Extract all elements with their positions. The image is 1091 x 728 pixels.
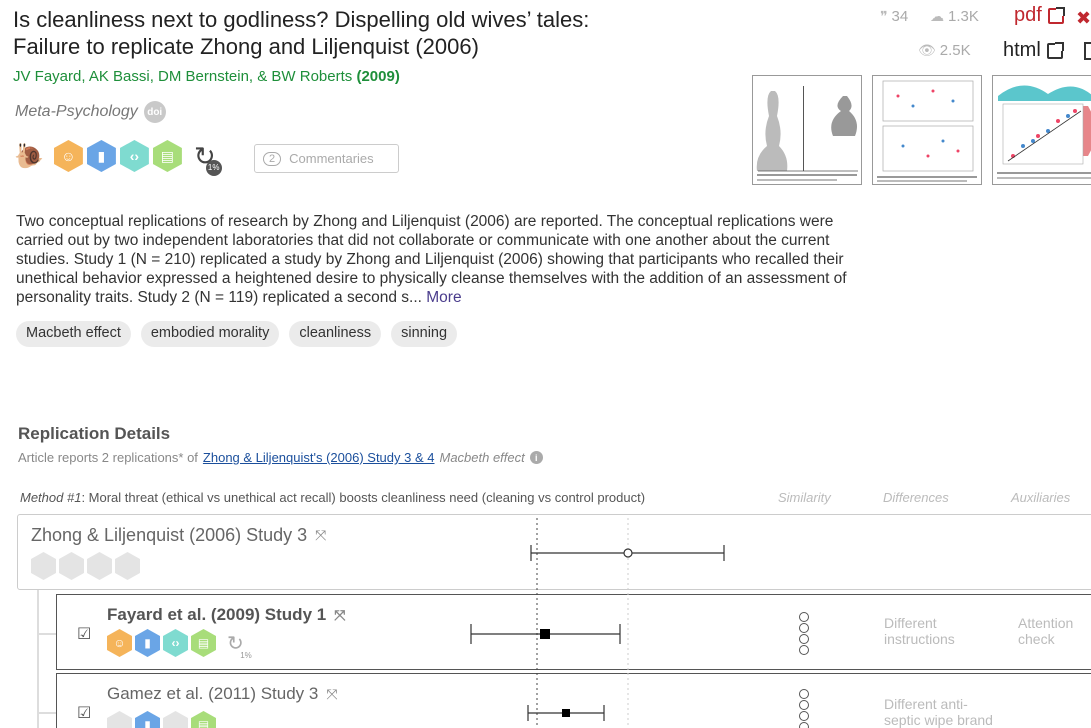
open-data-badge-icon[interactable]: ▮: [135, 711, 160, 728]
original-study-title-row: Zhong & Liljenquist (2006) Study 3 ⤧: [31, 525, 328, 546]
snail-icon[interactable]: 🐌: [14, 142, 44, 171]
open-code-badge-icon: [163, 711, 188, 728]
open-code-badge-icon[interactable]: ‹›: [119, 140, 149, 172]
replication-summary-prefix: Article reports 2 replications* of: [18, 450, 198, 465]
replication-badges: ☺ ▮ ‹› ▤ ↻ 1%: [107, 629, 252, 660]
replication-row-1[interactable]: ☑ Fayard et al. (2009) Study 1 ⤧ ☺ ▮ ‹› …: [56, 594, 1091, 670]
tag-chip[interactable]: cleanliness: [289, 321, 382, 347]
replication-title[interactable]: Fayard et al. (2009) Study 1: [107, 605, 326, 625]
original-study-card[interactable]: Zhong & Liljenquist (2006) Study 3 ⤧: [17, 514, 1091, 590]
similarity-indicator: [799, 689, 809, 728]
close-icon[interactable]: ✖: [1076, 8, 1091, 28]
open-materials-badge-icon[interactable]: ▤: [191, 629, 216, 657]
doi-icon[interactable]: doi: [143, 101, 166, 123]
tag-chip[interactable]: embodied morality: [140, 321, 280, 347]
preregistration-badge-icon[interactable]: ☺: [53, 140, 83, 172]
original-study-title: Zhong & Liljenquist (2006) Study 3: [31, 525, 308, 545]
expand-icon[interactable]: [1084, 42, 1091, 60]
expand-icon[interactable]: ⤧: [334, 608, 347, 622]
replication-title-row: Gamez et al. (2011) Study 3 ⤧: [107, 684, 339, 704]
figure-thumbnail-3[interactable]: [992, 75, 1091, 185]
replication-icon[interactable]: ↻ 1%: [194, 141, 222, 176]
checkbox-icon[interactable]: ☑: [77, 624, 91, 644]
replication-summary: Article reports 2 replications* of Zhong…: [18, 450, 543, 465]
abstract-more-link[interactable]: More: [426, 289, 461, 306]
open-science-badges: 🐌 ☺ ▮ ‹› ▤ ↻ 1%: [14, 140, 222, 176]
checkbox-icon[interactable]: ☑: [77, 703, 91, 723]
html-link[interactable]: html: [1003, 39, 1064, 62]
tree-connector: [37, 590, 39, 728]
citation-stat: ❞ 34: [880, 8, 908, 25]
replication-percent: 1%: [205, 159, 222, 176]
preregistration-badge-icon: [107, 711, 132, 728]
info-icon[interactable]: i: [529, 451, 543, 464]
tag-chip[interactable]: sinning: [391, 321, 458, 347]
journal-name[interactable]: Meta-Psychology: [15, 103, 138, 121]
replication-badges: ▮ ▤: [107, 711, 216, 728]
figure-thumbnail-2[interactable]: [872, 75, 982, 185]
tree-branch: [37, 712, 57, 714]
difference-text: Different instructions: [884, 615, 955, 647]
replication-details-heading: Replication Details: [18, 424, 171, 443]
similarity-indicator: [799, 612, 809, 655]
keyword-tags: Macbeth effect embodied morality cleanli…: [16, 321, 458, 347]
original-study-link[interactable]: Zhong & Liljenquist's (2006) Study 3 & 4: [203, 450, 435, 465]
authors-text[interactable]: JV Fayard, AK Bassi, DM Bernstein, & BW …: [13, 68, 352, 85]
commentaries-label: Commentaries: [289, 151, 374, 166]
article-title-line1: Is cleanliness next to godliness? Dispel…: [13, 7, 590, 32]
difference-text: Different anti-septic wipe brand: [884, 696, 993, 728]
view-stat: 👁 2.5K: [918, 42, 971, 59]
eye-icon: 👁: [918, 42, 936, 58]
view-count: 2.5K: [939, 42, 971, 59]
figure-thumbnails: [752, 75, 1091, 185]
commentaries-button[interactable]: 2 Commentaries: [254, 144, 399, 173]
column-similarity: Similarity: [778, 490, 831, 505]
article-title: Is cleanliness next to godliness? Dispel…: [13, 6, 713, 60]
download-stat: ☁ 1.3K: [930, 8, 979, 25]
expand-icon[interactable]: ⤧: [326, 687, 339, 701]
author-list[interactable]: JV Fayard, AK Bassi, DM Bernstein, & BW …: [13, 68, 400, 85]
external-link-icon[interactable]: [1047, 6, 1065, 24]
column-auxiliaries: Auxiliaries: [1011, 490, 1071, 505]
figure-thumbnail-1[interactable]: [752, 75, 862, 185]
open-data-badge-icon[interactable]: ▮: [135, 629, 160, 657]
open-data-badge-icon: [59, 552, 84, 580]
replication-percent: 1%: [240, 650, 252, 660]
tag-chip[interactable]: Macbeth effect: [16, 321, 131, 347]
effect-name: Macbeth effect: [439, 450, 525, 465]
method-description: Method #1: Moral threat (ethical vs unet…: [20, 490, 645, 505]
abstract: Two conceptual replications of research …: [16, 212, 876, 307]
html-label[interactable]: html: [1003, 39, 1041, 62]
open-materials-badge-icon: [115, 552, 140, 580]
column-differences: Differences: [883, 490, 949, 505]
comment-count-badge: 2: [263, 151, 282, 166]
open-materials-badge-icon[interactable]: ▤: [152, 140, 182, 172]
replication-icon[interactable]: ↻ 1%: [227, 631, 252, 660]
expand-icon[interactable]: ⤧: [315, 528, 328, 542]
pdf-link[interactable]: pdf: [1014, 4, 1065, 27]
quote-icon: ❞: [880, 8, 888, 24]
replication-title[interactable]: Gamez et al. (2011) Study 3: [107, 684, 318, 704]
pdf-label[interactable]: pdf: [1014, 4, 1042, 27]
open-data-badge-icon[interactable]: ▮: [86, 140, 116, 172]
citation-count: 34: [891, 8, 909, 25]
preregistration-badge-icon: [31, 552, 56, 580]
open-materials-badge-icon[interactable]: ▤: [191, 711, 216, 728]
tree-branch: [37, 633, 57, 635]
original-study-badges: [31, 552, 140, 580]
replication-row-2[interactable]: ☑ Gamez et al. (2011) Study 3 ⤧ ▮ ▤ Diff…: [56, 673, 1091, 728]
replication-title-row: Fayard et al. (2009) Study 1 ⤧: [107, 605, 347, 625]
cloud-download-icon: ☁: [930, 8, 944, 24]
journal-line: Meta-Psychology doi: [15, 101, 166, 123]
publication-year: (2009): [356, 68, 400, 85]
download-count: 1.3K: [948, 8, 979, 25]
external-link-icon[interactable]: [1046, 41, 1064, 59]
open-code-badge-icon[interactable]: ‹›: [163, 629, 188, 657]
preregistration-badge-icon[interactable]: ☺: [107, 629, 132, 657]
open-code-badge-icon: [87, 552, 112, 580]
method-label: Method #1: [20, 490, 82, 505]
article-title-line2: Failure to replicate Zhong and Liljenqui…: [13, 34, 479, 59]
auxiliary-text: Attention check: [1018, 615, 1074, 647]
method-text: : Moral threat (ethical vs unethical act…: [81, 490, 646, 505]
